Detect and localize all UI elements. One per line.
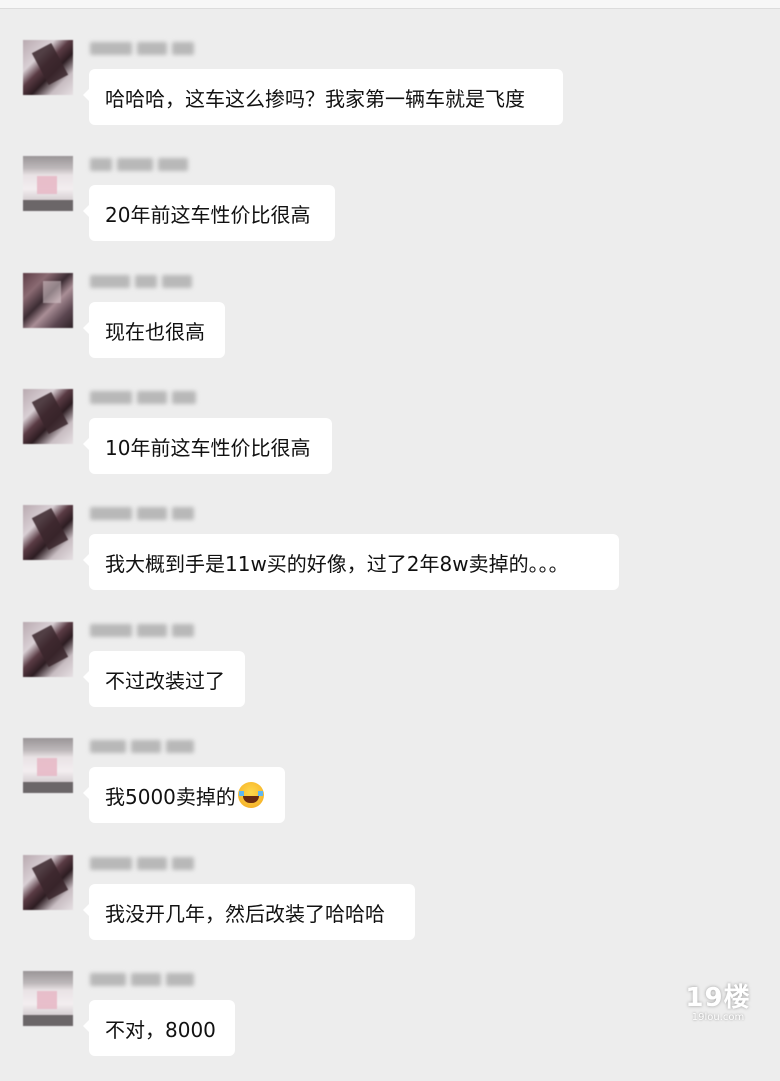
message-text: 不对，8000 <box>105 1017 216 1042</box>
sender-name-blurred <box>90 971 194 988</box>
message-bubble[interactable]: 现在也很高 <box>83 302 225 358</box>
tears-of-joy-emoji-icon <box>237 782 264 808</box>
message-text: 不过改装过了 <box>105 668 225 693</box>
sender-name-blurred <box>90 273 192 290</box>
message-text: 20年前这车性价比很高 <box>105 202 311 227</box>
avatar[interactable] <box>23 971 73 1026</box>
sender-name-blurred <box>90 855 194 872</box>
message-text: 10年前这车性价比很高 <box>105 435 311 460</box>
watermark-url: 19lou.com <box>691 1012 745 1023</box>
chat-message: 10年前这车性价比很高 <box>0 389 780 499</box>
message-text: 哈哈哈，这车这么掺吗？我家第一辆车就是飞度 <box>105 86 525 111</box>
avatar[interactable] <box>23 273 73 328</box>
message-bubble[interactable]: 不过改装过了 <box>83 651 245 707</box>
avatar[interactable] <box>23 156 73 211</box>
message-bubble[interactable]: 我5000卖掉的 <box>83 767 285 823</box>
message-bubble[interactable]: 我大概到手是11w买的好像，过了2年8w卖掉的。。。 <box>83 534 619 590</box>
avatar[interactable] <box>23 389 73 444</box>
message-bubble[interactable]: 我没开几年，然后改装了哈哈哈 <box>83 884 415 940</box>
message-text: 现在也很高 <box>105 319 205 344</box>
sender-name-blurred <box>90 40 194 57</box>
avatar[interactable] <box>23 40 73 95</box>
message-bubble[interactable]: 20年前这车性价比很高 <box>83 185 335 241</box>
avatar[interactable] <box>23 855 73 910</box>
chat-message: 我5000卖掉的 <box>0 738 780 848</box>
message-bubble[interactable]: 10年前这车性价比很高 <box>83 418 332 474</box>
avatar[interactable] <box>23 505 73 560</box>
chat-message-list[interactable]: 哈哈哈，这车这么掺吗？我家第一辆车就是飞度 20年前这车性价比很高 现在也很高 … <box>0 0 780 1056</box>
sender-name-blurred <box>90 738 194 755</box>
message-text: 我5000卖掉的 <box>105 784 236 809</box>
chat-message: 我大概到手是11w买的好像，过了2年8w卖掉的。。。 <box>0 505 780 615</box>
watermark-brand: 19楼 <box>685 983 751 1013</box>
sender-name-blurred <box>90 156 188 173</box>
chat-message: 不对，8000 <box>0 971 780 1081</box>
message-text: 我没开几年，然后改装了哈哈哈 <box>105 901 385 926</box>
message-bubble[interactable]: 不对，8000 <box>83 1000 235 1056</box>
message-bubble[interactable]: 哈哈哈，这车这么掺吗？我家第一辆车就是飞度 <box>83 69 563 125</box>
avatar[interactable] <box>23 738 73 793</box>
message-text: 我大概到手是11w买的好像，过了2年8w卖掉的。。。 <box>105 551 569 576</box>
chat-message: 不过改装过了 <box>0 622 780 732</box>
sender-name-blurred <box>90 622 194 639</box>
site-watermark: 19楼 19lou.com <box>682 984 754 1028</box>
chat-message: 我没开几年，然后改装了哈哈哈 <box>0 855 780 965</box>
chat-message: 哈哈哈，这车这么掺吗？我家第一辆车就是飞度 <box>0 40 780 150</box>
avatar[interactable] <box>23 622 73 677</box>
sender-name-blurred <box>90 389 196 406</box>
sender-name-blurred <box>90 505 194 522</box>
chat-message: 20年前这车性价比很高 <box>0 156 780 266</box>
chat-message: 现在也很高 <box>0 273 780 383</box>
